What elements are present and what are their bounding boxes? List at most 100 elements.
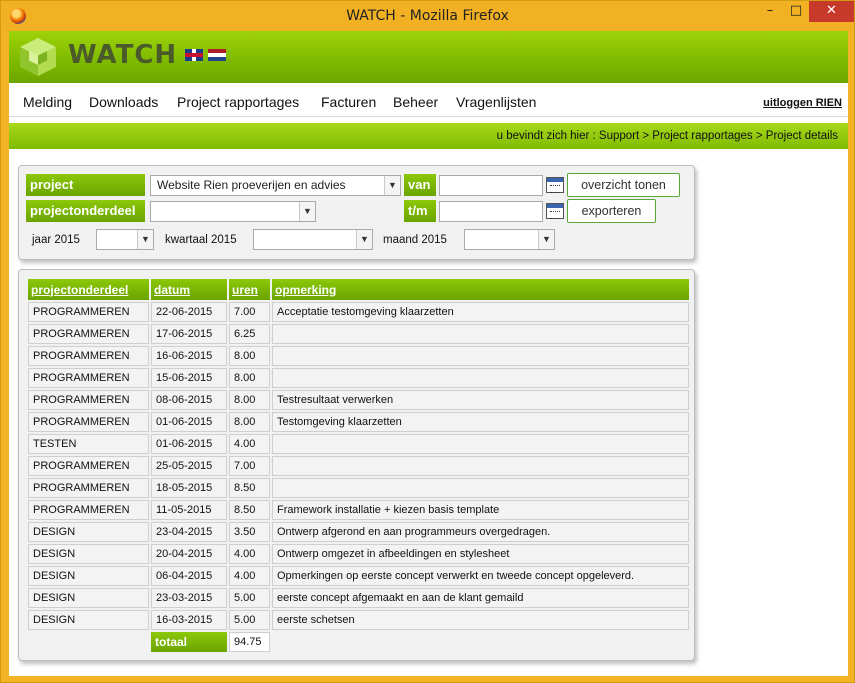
maand-select[interactable]: ▼	[464, 229, 555, 250]
cell-uren: 5.00	[229, 610, 270, 630]
cell-datum: 01-06-2015	[151, 434, 227, 454]
cell-datum: 15-06-2015	[151, 368, 227, 388]
cell-projectonderdeel: PROGRAMMEREN	[28, 500, 149, 520]
nav-beheer[interactable]: Beheer	[393, 94, 438, 110]
close-button[interactable]: ✕	[809, 1, 854, 22]
table-row: PROGRAMMEREN 11-05-2015 8.50 Framework inst…	[28, 500, 689, 520]
calendar-icon[interactable]	[546, 203, 564, 219]
cell-uren: 8.00	[229, 346, 270, 366]
van-label: van	[404, 174, 436, 196]
chevron-down-icon: ▼	[137, 230, 153, 249]
cell-uren: 4.00	[229, 434, 270, 454]
cell-uren: 7.00	[229, 302, 270, 322]
cell-datum: 23-03-2015	[151, 588, 227, 608]
window-title: WATCH - Mozilla Firefox	[346, 8, 509, 24]
nav-facturen[interactable]: Facturen	[321, 94, 376, 110]
cell-uren: 8.00	[229, 390, 270, 410]
filter-panel: project Website Rien proeverijen en advi…	[18, 165, 695, 260]
site-header: WATCH	[9, 31, 848, 83]
total-spacer	[28, 632, 149, 652]
table-row: PROGRAMMEREN 18-05-2015 8.50	[28, 478, 689, 498]
cell-opmerking	[272, 324, 689, 344]
cell-projectonderdeel: PROGRAMMEREN	[28, 412, 149, 432]
cell-projectonderdeel: PROGRAMMEREN	[28, 324, 149, 344]
calendar-icon[interactable]	[546, 177, 564, 193]
table-row: PROGRAMMEREN 17-06-2015 6.25	[28, 324, 689, 344]
exporteren-button[interactable]: exporteren	[567, 199, 656, 223]
overzicht-tonen-button[interactable]: overzicht tonen	[567, 173, 680, 197]
table-header-row: projectonderdeel datum uren opmerking	[28, 279, 689, 300]
tm-label: t/m	[404, 200, 436, 222]
col-uren-header[interactable]: uren	[229, 279, 270, 300]
col-projectonderdeel-header[interactable]: projectonderdeel	[28, 279, 149, 300]
results-panel: projectonderdeel datum uren opmerking PR…	[18, 269, 695, 661]
cell-opmerking	[272, 434, 689, 454]
logout-link[interactable]: uitloggen RIEN	[763, 97, 842, 109]
cell-uren: 8.50	[229, 500, 270, 520]
project-label: project	[26, 174, 145, 196]
cell-datum: 25-05-2015	[151, 456, 227, 476]
cell-datum: 06-04-2015	[151, 566, 227, 586]
flag-uk-icon[interactable]	[185, 49, 203, 61]
cell-datum: 17-06-2015	[151, 324, 227, 344]
cell-datum: 16-06-2015	[151, 346, 227, 366]
cell-uren: 4.00	[229, 566, 270, 586]
total-label: totaal	[151, 632, 227, 652]
col-datum-header[interactable]: datum	[151, 279, 227, 300]
logo-cube-icon	[20, 38, 56, 76]
chevron-down-icon: ▼	[538, 230, 554, 249]
project-select-value: Website Rien proeverijen en advies	[157, 178, 346, 192]
van-date-input[interactable]	[439, 175, 543, 196]
table-row: DESIGN 23-03-2015 5.00 eerste concept afgem…	[28, 588, 689, 608]
cell-opmerking: eerste concept afgemaakt en aan de klant…	[272, 588, 689, 608]
cell-datum: 08-06-2015	[151, 390, 227, 410]
total-value: 94.75	[229, 632, 270, 652]
maximize-button[interactable]: □	[783, 1, 809, 22]
total-spacer	[272, 632, 689, 652]
cell-opmerking: Ontwerp afgerond en aan programmeurs ove…	[272, 522, 689, 542]
nav-project-rapportages[interactable]: Project rapportages	[177, 94, 299, 110]
cell-projectonderdeel: TESTEN	[28, 434, 149, 454]
page-viewport: WATCH Melding Downloads Project rapporta…	[9, 31, 848, 676]
table-row: DESIGN 06-04-2015 4.00 Opmerkingen op eerst…	[28, 566, 689, 586]
projectonderdeel-select[interactable]: ▼	[150, 201, 316, 222]
kwartaal-select[interactable]: ▼	[253, 229, 373, 250]
titlebar: WATCH - Mozilla Firefox – □ ✕	[1, 1, 854, 31]
cell-opmerking: Testomgeving klaarzetten	[272, 412, 689, 432]
cell-uren: 6.25	[229, 324, 270, 344]
cell-projectonderdeel: PROGRAMMEREN	[28, 368, 149, 388]
table-row: PROGRAMMEREN 01-06-2015 8.00 Testomgeving k…	[28, 412, 689, 432]
cell-projectonderdeel: PROGRAMMEREN	[28, 346, 149, 366]
jaar-label: jaar 2015	[32, 234, 80, 246]
minimize-button[interactable]: –	[757, 1, 783, 22]
cell-datum: 23-04-2015	[151, 522, 227, 542]
table-row: PROGRAMMEREN 08-06-2015 8.00 Testresultaat …	[28, 390, 689, 410]
cell-opmerking: Ontwerp omgezet in afbeeldingen en style…	[272, 544, 689, 564]
cell-datum: 18-05-2015	[151, 478, 227, 498]
col-opmerking-header[interactable]: opmerking	[272, 279, 689, 300]
cell-opmerking	[272, 346, 689, 366]
cell-projectonderdeel: DESIGN	[28, 522, 149, 542]
cell-datum: 20-04-2015	[151, 544, 227, 564]
hours-table: projectonderdeel datum uren opmerking PR…	[26, 277, 691, 654]
cell-projectonderdeel: DESIGN	[28, 566, 149, 586]
cell-uren: 7.00	[229, 456, 270, 476]
flag-nl-icon[interactable]	[208, 49, 226, 61]
cell-datum: 11-05-2015	[151, 500, 227, 520]
nav-melding[interactable]: Melding	[23, 94, 72, 110]
nav-downloads[interactable]: Downloads	[89, 94, 158, 110]
projectonderdeel-label: projectonderdeel	[26, 200, 145, 222]
table-row: DESIGN 23-04-2015 3.50 Ontwerp afgerond en …	[28, 522, 689, 542]
table-row: TESTEN 01-06-2015 4.00	[28, 434, 689, 454]
table-row: PROGRAMMEREN 22-06-2015 7.00 Acceptatie tes…	[28, 302, 689, 322]
project-select[interactable]: Website Rien proeverijen en advies ▼	[150, 175, 401, 196]
table-row: DESIGN 16-03-2015 5.00 eerste schetsen	[28, 610, 689, 630]
table-row: PROGRAMMEREN 15-06-2015 8.00	[28, 368, 689, 388]
cell-uren: 4.00	[229, 544, 270, 564]
chevron-down-icon: ▼	[299, 202, 315, 221]
jaar-select[interactable]: ▼	[96, 229, 154, 250]
tm-date-input[interactable]	[439, 201, 543, 222]
nav-vragenlijsten[interactable]: Vragenlijsten	[456, 94, 536, 110]
chevron-down-icon: ▼	[356, 230, 372, 249]
kwartaal-label: kwartaal 2015	[165, 234, 237, 246]
